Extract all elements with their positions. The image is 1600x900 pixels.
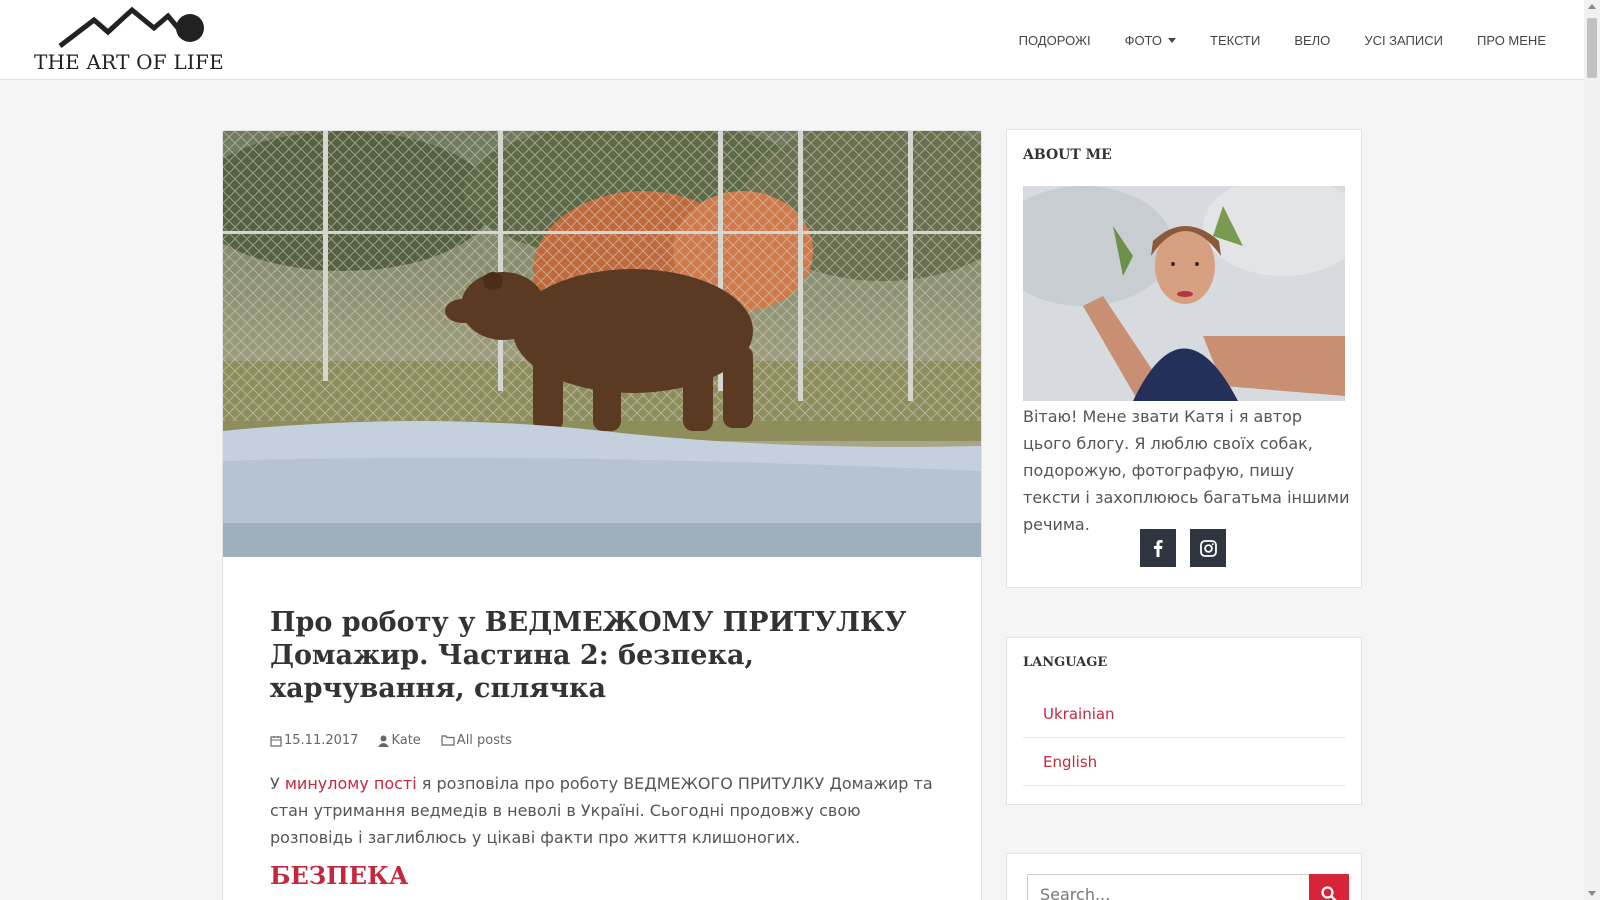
about-text: Вітаю! Мене звати Катя і я автор цього б… bbox=[1023, 407, 1350, 534]
mountain-logo-icon bbox=[58, 6, 204, 48]
post-category-text: All posts bbox=[456, 733, 512, 748]
previous-post-link[interactable]: минулому пості bbox=[285, 774, 417, 793]
search-icon bbox=[1321, 886, 1337, 900]
post-body: Про роботу у ВЕДМЕЖОМУ ПРИТУЛКУ Домажир.… bbox=[270, 606, 934, 890]
scroll-down-arrow-icon[interactable] bbox=[1588, 891, 1596, 896]
post-title[interactable]: Про роботу у ВЕДМЕЖОМУ ПРИТУЛКУ Домажир.… bbox=[270, 606, 934, 705]
instagram-button[interactable] bbox=[1190, 529, 1226, 567]
section-heading: БЕЗПЕКА bbox=[270, 861, 409, 890]
search-widget: Search... bbox=[1006, 853, 1362, 900]
featured-image-bear[interactable] bbox=[223, 131, 981, 557]
site-logo[interactable]: THE ART OF LIFE bbox=[32, 6, 232, 74]
search-button[interactable] bbox=[1309, 874, 1349, 900]
post-meta: 15.11.2017 Kate All posts bbox=[270, 733, 934, 748]
language-ukrainian[interactable]: Ukrainian bbox=[1023, 690, 1346, 738]
nav-item-about[interactable]: ПРО МЕНЕ bbox=[1477, 33, 1546, 48]
post-excerpt: У минулому пості я розповіла про роботу … bbox=[270, 770, 934, 851]
about-title: ABOUT ME bbox=[1023, 147, 1112, 163]
post-author-text: Kate bbox=[391, 733, 421, 748]
logo-text: THE ART OF LIFE bbox=[34, 50, 224, 74]
page-scrollbar[interactable] bbox=[1584, 0, 1600, 900]
post-date[interactable]: 15.11.2017 bbox=[270, 733, 358, 748]
nav-label: ПОДОРОЖІ bbox=[1018, 32, 1091, 48]
nav-item-bike[interactable]: ВЕЛО bbox=[1294, 33, 1330, 48]
main-nav: ПОДОРОЖІ ФОТО ТЕКСТИ ВЕЛО УСІ ЗАПИСИ ПРО… bbox=[985, 0, 1546, 80]
facebook-button[interactable] bbox=[1140, 529, 1176, 567]
nav-label: ФОТО bbox=[1124, 32, 1163, 48]
nav-label: УСІ ЗАПИСИ bbox=[1364, 32, 1443, 48]
scrollbar-thumb[interactable] bbox=[1587, 18, 1597, 78]
chevron-down-icon bbox=[1168, 37, 1177, 43]
folder-icon bbox=[441, 735, 455, 746]
bear-photo bbox=[223, 131, 981, 557]
about-widget: ABOUT ME Вітаю! Мене звати Катя і я авто… bbox=[1006, 129, 1362, 588]
post-card: Про роботу у ВЕДМЕЖОМУ ПРИТУЛКУ Домажир.… bbox=[222, 130, 982, 900]
social-links bbox=[1140, 529, 1240, 567]
author-photo bbox=[1023, 186, 1345, 401]
nav-item-texts[interactable]: ТЕКСТИ bbox=[1210, 33, 1260, 48]
language-title: LANGUAGE bbox=[1023, 655, 1108, 670]
user-icon bbox=[378, 735, 390, 747]
post-author[interactable]: Kate bbox=[378, 733, 421, 748]
instagram-icon bbox=[1199, 539, 1217, 557]
language-widget: LANGUAGE Ukrainian English bbox=[1006, 637, 1362, 805]
nav-label: ПРО МЕНЕ bbox=[1476, 32, 1546, 48]
about-photo[interactable] bbox=[1023, 186, 1345, 401]
nav-item-all-posts[interactable]: УСІ ЗАПИСИ bbox=[1364, 33, 1443, 48]
language-english[interactable]: English bbox=[1023, 738, 1346, 786]
post-date-text: 15.11.2017 bbox=[284, 733, 359, 748]
nav-item-photo[interactable]: ФОТО bbox=[1124, 32, 1177, 48]
language-list: Ukrainian English bbox=[1023, 690, 1346, 786]
nav-item-travel[interactable]: ПОДОРОЖІ bbox=[1019, 33, 1091, 48]
calendar-icon bbox=[270, 735, 282, 747]
excerpt-text-start: У bbox=[270, 774, 285, 793]
facebook-icon bbox=[1154, 540, 1163, 557]
site-header: THE ART OF LIFE ПОДОРОЖІ ФОТО ТЕКСТИ ВЕЛ… bbox=[0, 0, 1584, 80]
post-category[interactable]: All posts bbox=[441, 733, 512, 748]
nav-label: ТЕКСТИ bbox=[1210, 32, 1261, 48]
search-input[interactable]: Search... bbox=[1027, 874, 1309, 900]
scroll-up-arrow-icon[interactable] bbox=[1588, 4, 1596, 9]
nav-label: ВЕЛО bbox=[1294, 32, 1331, 48]
